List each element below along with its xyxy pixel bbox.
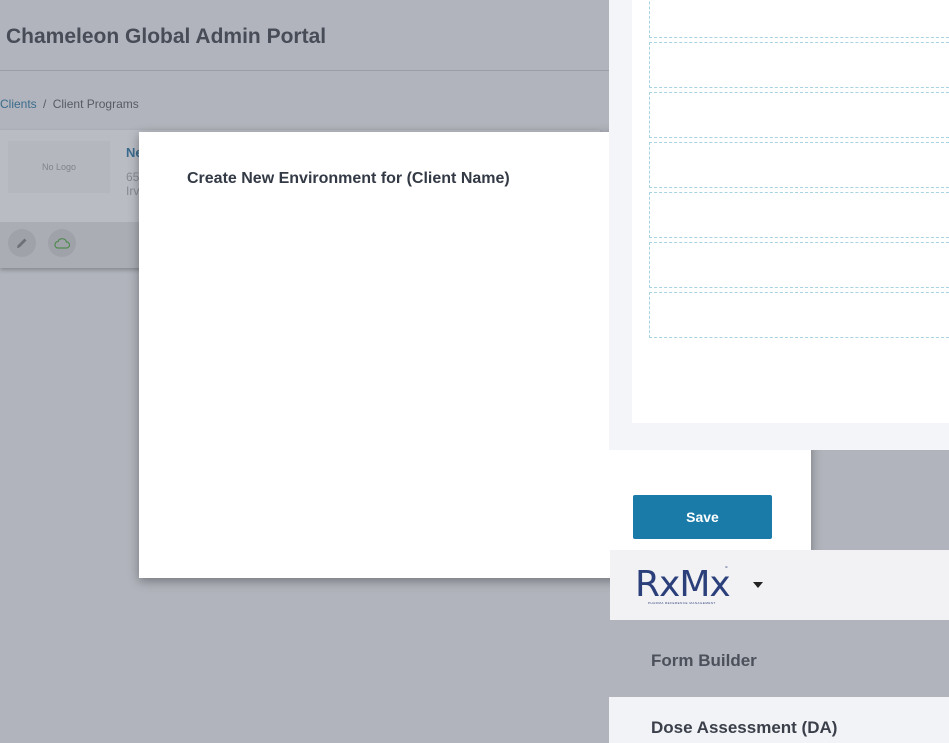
drop-slot[interactable]	[649, 0, 949, 38]
edit-client-button[interactable]	[8, 229, 36, 257]
nav-item-form-builder[interactable]: Form Builder	[651, 651, 757, 671]
client-address-line2: Irv	[126, 184, 140, 198]
breadcrumb-separator: /	[43, 97, 47, 111]
deploy-cloud-button[interactable]	[48, 229, 76, 257]
client-logo-placeholder: No Logo	[8, 141, 110, 193]
breadcrumb-current: Client Programs	[52, 97, 139, 111]
drop-slot[interactable]	[649, 142, 949, 188]
drop-slot[interactable]	[649, 42, 949, 88]
brand-logo[interactable]: RxMx	[635, 564, 731, 605]
brand-tagline: PHARMA REFERENCE MANAGEMENT	[648, 601, 716, 605]
drop-slot[interactable]	[649, 242, 949, 288]
drop-slot[interactable]	[649, 192, 949, 238]
modal-title: Create New Environment for (Client Name)	[187, 170, 510, 187]
cloud-icon	[54, 238, 71, 249]
brand-mark: °	[725, 566, 728, 573]
drawer-canvas	[632, 0, 949, 423]
client-address-line1: 65	[126, 170, 140, 184]
chevron-down-icon[interactable]	[753, 582, 763, 588]
form-builder-drawer	[609, 0, 949, 450]
nav-item-dose-assessment-row[interactable]: Dose Assessment (DA)	[609, 697, 949, 743]
drop-slot[interactable]	[649, 292, 949, 338]
nav-item-dose-assessment[interactable]: Dose Assessment (DA)	[651, 718, 837, 738]
breadcrumb-clients-link[interactable]: Clients	[0, 97, 37, 111]
save-button[interactable]: Save	[633, 495, 772, 539]
nav-brand-bar: RxMx ° PHARMA REFERENCE MANAGEMENT	[610, 550, 949, 620]
pencil-icon	[17, 238, 27, 248]
breadcrumb: Clients / Client Programs	[0, 97, 139, 111]
app-title: Chameleon Global Admin Portal	[6, 25, 327, 48]
drop-slot[interactable]	[649, 92, 949, 138]
